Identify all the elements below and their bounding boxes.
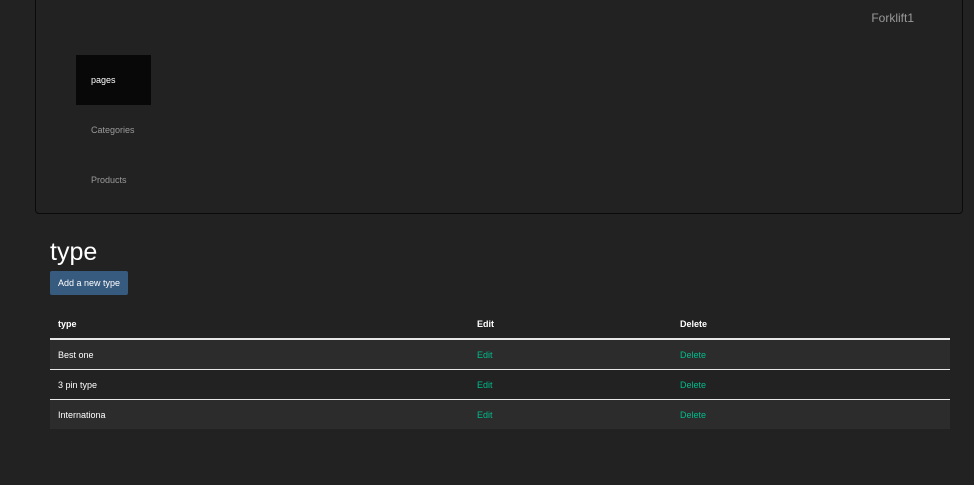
edit-link[interactable]: Edit (477, 410, 493, 420)
edit-cell: Edit (469, 400, 672, 430)
table-row: 3 pin type Edit Delete (50, 369, 950, 400)
table-header-row: type Edit Delete (50, 309, 950, 340)
delete-link[interactable]: Delete (680, 410, 706, 420)
delete-cell: Delete (672, 400, 950, 430)
edit-link[interactable]: Edit (477, 380, 493, 390)
delete-cell: Delete (672, 369, 950, 400)
delete-link[interactable]: Delete (680, 350, 706, 360)
column-header-delete: Delete (672, 309, 950, 340)
type-name-cell: 3 pin type (50, 369, 469, 400)
top-navbar: Forklift1 pages Categories Products (35, 0, 963, 214)
types-table: type Edit Delete Best one Edit Delete 3 … (50, 309, 950, 429)
nav-item-categories[interactable]: Categories (76, 105, 151, 155)
nav-item-pages[interactable]: pages (76, 55, 151, 105)
type-name-cell: Internationa (58, 409, 106, 420)
add-new-type-button[interactable]: Add a new type (50, 271, 129, 295)
page-title: type (50, 238, 98, 266)
column-header-edit: Edit (469, 309, 672, 340)
brand-name[interactable]: Forklift1 (871, 11, 914, 25)
table-row: Best one Edit Delete (50, 339, 950, 370)
edit-cell: Edit (469, 339, 672, 370)
delete-link[interactable]: Delete (680, 380, 706, 390)
edit-cell: Edit (469, 369, 672, 400)
nav-item-products[interactable]: Products (76, 155, 151, 205)
delete-cell: Delete (672, 339, 950, 370)
type-name-cell: Best one (50, 339, 469, 370)
table-row: Internationa Edit Delete (50, 399, 950, 430)
edit-link[interactable]: Edit (477, 350, 493, 360)
column-header-type: type (50, 309, 469, 340)
